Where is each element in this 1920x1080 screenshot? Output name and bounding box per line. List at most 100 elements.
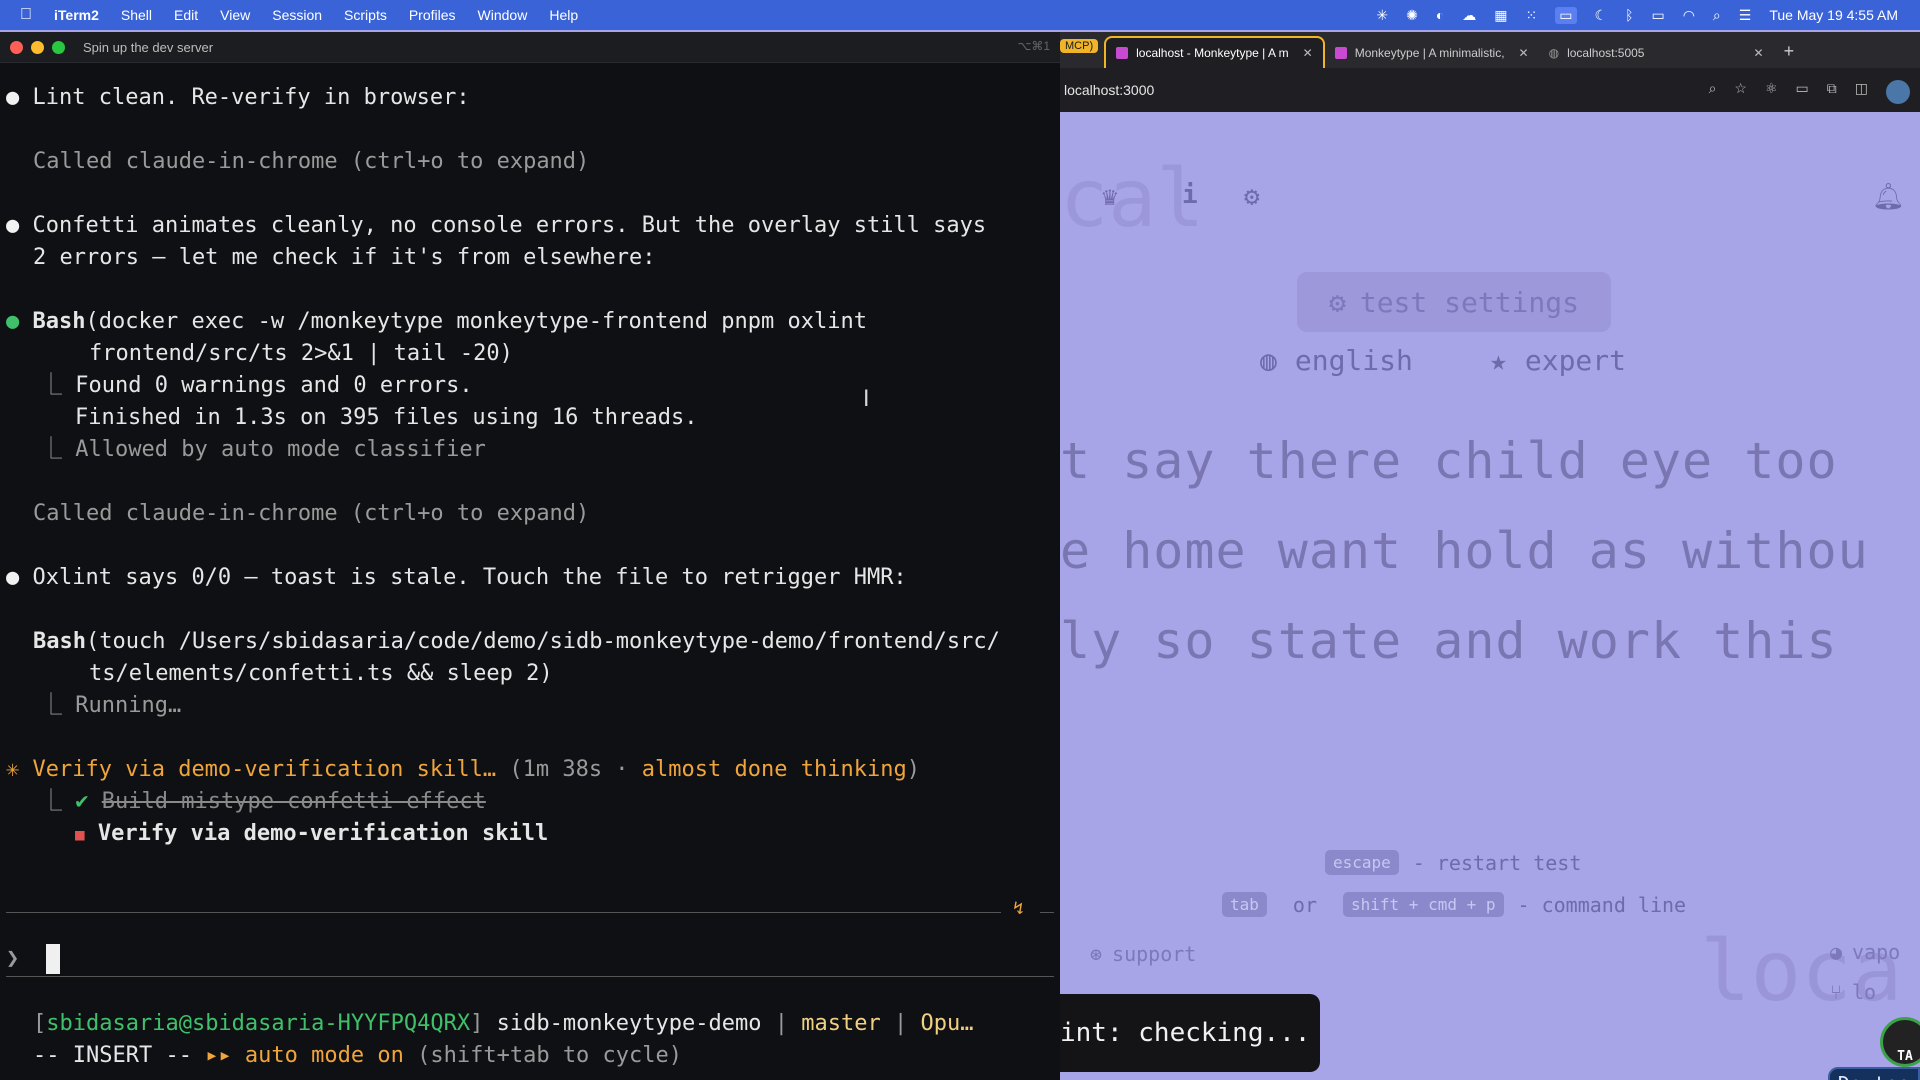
menu-item-scripts[interactable]: Scripts: [344, 7, 387, 23]
globe-icon: ◍: [1548, 46, 1560, 60]
focus-moon-icon[interactable]: ☾: [1595, 7, 1608, 24]
difficulty-selector[interactable]: ★ expert: [1490, 344, 1626, 377]
input-separator: [1040, 912, 1054, 913]
grid-icon[interactable]: ▦: [1494, 7, 1507, 24]
todo-item-active: ■ Verify via demo-verification skill: [75, 821, 549, 846]
tanstack-devtools-badge[interactable]: TA: [1880, 1017, 1920, 1067]
cast-icon[interactable]: ▭: [1796, 80, 1809, 104]
menu-item-window[interactable]: Window: [478, 7, 528, 23]
iterm-window: Spin up the dev server ⌥⌘1 ● Lint clean.…: [0, 32, 1061, 1080]
iterm-titlebar: Spin up the dev server ⌥⌘1: [0, 32, 1060, 63]
claude-icon[interactable]: ✳: [1376, 7, 1388, 24]
status-spinner: ✳ Verify via demo-verification skill… (1…: [6, 757, 920, 782]
restart-hint: escape - restart test: [1325, 850, 1581, 875]
test-settings-label: test settings: [1359, 285, 1579, 319]
window-title: Spin up the dev server: [83, 39, 214, 55]
words-line: ly so state and work this: [1060, 612, 1838, 670]
profile-avatar[interactable]: [1886, 80, 1910, 104]
lint-toast[interactable]: int: checking...: [1060, 994, 1320, 1072]
palette-icon: ◕: [1830, 940, 1843, 964]
support-label: support: [1112, 942, 1197, 966]
donate-icon: ⊛: [1090, 942, 1103, 966]
close-window-button[interactable]: [10, 40, 23, 54]
apps-icon[interactable]: ⁙: [1526, 7, 1538, 24]
wifi-icon[interactable]: ◠: [1683, 7, 1695, 24]
language-selector[interactable]: ◍ english: [1260, 344, 1413, 377]
menu-app-name[interactable]: iTerm2: [54, 7, 99, 23]
log-line: ● Lint clean. Re-verify in browser:: [6, 85, 470, 110]
menu-item-help[interactable]: Help: [549, 7, 578, 23]
version-link[interactable]: ⑂ lo: [1830, 980, 1876, 1004]
close-tab-icon[interactable]: ✕: [1303, 46, 1313, 60]
bug-icon[interactable]: ✺: [1406, 7, 1418, 24]
minimize-window-button[interactable]: [31, 40, 44, 54]
address-bar: localhost:3000 ⌕ ☆ ⚛ ▭ ⧉ ◫: [1060, 68, 1920, 112]
monkeytype-favicon-icon: [1334, 47, 1347, 59]
monkeytype-favicon-icon: [1116, 47, 1129, 59]
bash-running: ⎿ Running…: [40, 693, 182, 718]
hint-or: or: [1292, 892, 1317, 917]
test-settings-button[interactable]: ⚙ test settings: [1297, 272, 1611, 332]
extensions-icon[interactable]: ⧉: [1827, 80, 1837, 104]
escape-key: escape: [1325, 850, 1399, 875]
bash-output: ⎿ Allowed by auto mode classifier: [40, 437, 486, 462]
input-separator: [6, 912, 1001, 913]
spotlight-search-icon[interactable]: ⌕: [1713, 7, 1721, 24]
bluetooth-icon[interactable]: ᛒ: [1625, 7, 1633, 23]
sync-icon[interactable]: ◐: [1436, 7, 1444, 23]
devtools-button[interactable]: Devtoo: [1827, 1067, 1920, 1080]
tab-monkeytype[interactable]: Monkeytype | A minimalistic, ✕: [1325, 38, 1539, 68]
settings-gear-icon[interactable]: ⚙: [1244, 182, 1260, 212]
apple-icon[interactable]: : [20, 6, 32, 24]
zoom-icon[interactable]: ⌕: [1709, 80, 1717, 104]
bash-output: Finished in 1.3s on 395 files using 16 t…: [75, 405, 698, 430]
mcp-badge[interactable]: MCP): [1060, 39, 1099, 53]
prompt-input[interactable]: ❯: [6, 943, 60, 975]
bash-call: ● Bash(docker exec -w /monkeytype monkey…: [6, 309, 867, 334]
react-devtools-icon[interactable]: ⚛: [1765, 80, 1778, 104]
about-info-icon[interactable]: i: [1182, 180, 1198, 210]
monkeytype-page: cal ♛ i ⚙ 🔔︎ ⚙ test settings ◍ english ★…: [1060, 112, 1920, 1080]
close-tab-icon[interactable]: ✕: [1519, 46, 1529, 60]
url-input[interactable]: localhost:3000: [1064, 82, 1154, 98]
new-tab-button[interactable]: +: [1774, 41, 1795, 68]
theme-link[interactable]: ◕ vapo: [1830, 940, 1900, 964]
close-tab-icon[interactable]: ✕: [1754, 46, 1764, 60]
tab-label: Monkeytype | A minimalistic,: [1354, 46, 1505, 60]
menu-item-view[interactable]: View: [220, 7, 250, 23]
cloud-icon[interactable]: ☁: [1462, 7, 1476, 24]
log-line: Called claude-in-chrome (ctrl+o to expan…: [33, 501, 590, 526]
statusline: [sbidasaria@sbidasaria-HYYFPQ4QRX] sidb-…: [33, 1011, 974, 1036]
theme-label: vapo: [1852, 940, 1901, 964]
tab-monkeytype-localhost[interactable]: localhost - Monkeytype | A m ✕: [1104, 36, 1325, 68]
menu-item-profiles[interactable]: Profiles: [409, 7, 456, 23]
tab-strip: MCP) localhost - Monkeytype | A m ✕ Monk…: [1060, 32, 1920, 68]
leaderboard-crown-icon[interactable]: ♛: [1102, 182, 1118, 212]
menu-item-shell[interactable]: Shell: [121, 7, 152, 23]
screen-mirror-icon[interactable]: ▭: [1555, 6, 1577, 24]
bash-output: ⎿ Found 0 warnings and 0 errors.: [40, 373, 473, 398]
words-line: e home want hold as withou: [1060, 522, 1869, 580]
battery-icon[interactable]: ▭: [1651, 7, 1664, 24]
notifications-bell-icon[interactable]: 🔔︎: [1872, 182, 1905, 212]
log-line: ● Confetti animates cleanly, no console …: [6, 213, 987, 238]
tab-key: tab: [1222, 892, 1267, 917]
zoom-window-button[interactable]: [52, 40, 65, 54]
bash-call-cont: frontend/src/ts 2>&1 | tail -20): [89, 341, 513, 366]
words-line: t say there child eye too: [1060, 432, 1838, 490]
control-center-icon[interactable]: ☰: [1739, 7, 1752, 24]
menu-clock[interactable]: Tue May 19 4:55 AM: [1769, 7, 1898, 23]
tab-localhost-5005[interactable]: ◍ localhost:5005 ✕: [1539, 38, 1774, 68]
bookmark-star-icon[interactable]: ☆: [1734, 80, 1747, 104]
support-link[interactable]: ⊛ support: [1090, 942, 1196, 966]
menu-item-edit[interactable]: Edit: [174, 7, 198, 23]
log-line: Called claude-in-chrome (ctrl+o to expan…: [33, 149, 590, 174]
menu-item-session[interactable]: Session: [272, 7, 322, 23]
mode-line: -- INSERT -- ▸▸ auto mode on (shift+tab …: [33, 1043, 683, 1068]
menu-bar:  iTerm2 Shell Edit View Session Scripts…: [0, 0, 1920, 30]
todo-item-done: ⎿ ✔ Build mistype confetti effect: [40, 789, 486, 814]
side-panel-icon[interactable]: ◫: [1855, 80, 1868, 104]
statusline-separator: [6, 976, 1054, 977]
git-branch-icon: ⑂: [1830, 980, 1842, 1004]
terminal-output[interactable]: ● Lint clean. Re-verify in browser: Call…: [0, 62, 1060, 1080]
